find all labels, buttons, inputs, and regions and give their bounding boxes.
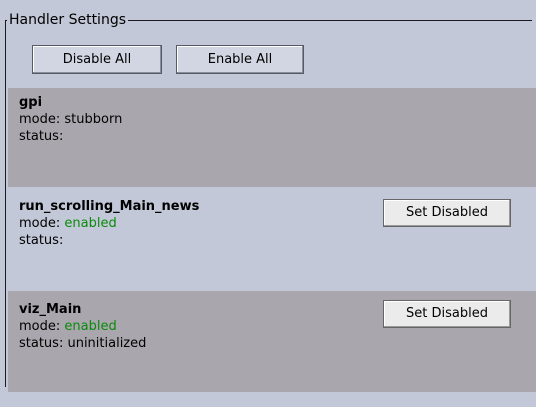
handler-status-line: status: (19, 128, 536, 145)
mode-value: enabled (64, 319, 117, 334)
status-value: uninitialized (67, 336, 147, 351)
handler-row-gpi: gpi mode: stubborn status: (8, 88, 536, 187)
status-label: status: (19, 336, 64, 351)
status-label: status: (19, 233, 64, 248)
handler-status-line: status: (19, 232, 536, 249)
handler-settings-panel: Handler Settings Disable All Enable All … (0, 0, 536, 407)
mode-label: mode: (19, 319, 61, 334)
mode-label: mode: (19, 216, 61, 231)
fieldset-border-left (5, 20, 6, 387)
set-disabled-button[interactable]: Set Disabled (383, 199, 511, 227)
next-handler-row-partial (8, 392, 536, 407)
enable-all-button[interactable]: Enable All (176, 45, 304, 74)
status-label: status: (19, 129, 64, 144)
mode-value: enabled (64, 216, 117, 231)
handler-status-line: status: uninitialized (19, 335, 536, 352)
handler-row-viz-main: viz_Main mode: enabled status: uninitial… (8, 291, 536, 392)
handler-name: gpi (19, 95, 43, 110)
disable-all-button[interactable]: Disable All (32, 45, 162, 74)
set-disabled-button[interactable]: Set Disabled (383, 300, 511, 328)
mode-label: mode: (19, 112, 61, 127)
handler-mode-line: mode: stubborn (19, 111, 536, 128)
mode-value: stubborn (64, 112, 123, 127)
handler-row-run-scrolling-main-news: run_scrolling_Main_news mode: enabled st… (8, 187, 536, 291)
panel-legend: Handler Settings (7, 11, 128, 29)
